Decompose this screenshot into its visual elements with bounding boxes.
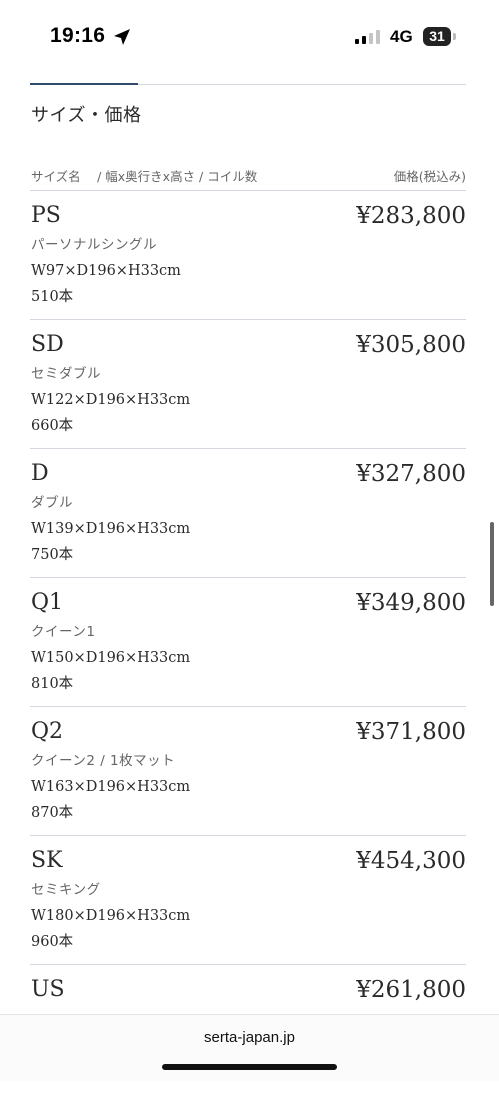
price: ¥305,800 <box>356 332 466 358</box>
dimensions: W122×D196×H33cm <box>31 392 191 408</box>
scrollbar[interactable] <box>490 522 494 606</box>
size-name: セミキング <box>31 882 101 898</box>
coil-count: 660本 <box>31 418 74 434</box>
size-code: PS <box>31 203 61 228</box>
table-row: D ¥327,800 ダブル W139×D196×H33cm 750本 <box>30 449 466 578</box>
price: ¥327,800 <box>356 461 466 487</box>
battery-icon: 31 <box>423 27 451 46</box>
coil-count: 810本 <box>31 676 74 692</box>
size-name: パーソナルシングル <box>31 237 157 253</box>
table-row: SK ¥454,300 セミキング W180×D196×H33cm 960本 <box>30 836 466 965</box>
table-row: Q2 ¥371,800 クイーン2 / 1枚マット W163×D196×H33c… <box>30 707 466 836</box>
table-row: SD ¥305,800 セミダブル W122×D196×H33cm 660本 <box>30 320 466 449</box>
size-code: US <box>31 977 65 1002</box>
browser-bottom-bar: serta-japan.jp <box>0 1014 499 1081</box>
size-code: Q2 <box>31 719 64 744</box>
size-code: D <box>31 461 49 486</box>
coil-count: 960本 <box>31 934 74 950</box>
price: ¥261,800 <box>356 977 466 1003</box>
section-divider-accent <box>30 83 138 85</box>
table-row: Q1 ¥349,800 クイーン1 W150×D196×H33cm 810本 <box>30 578 466 707</box>
table-header-price: 価格(税込み) <box>393 169 466 184</box>
price: ¥349,800 <box>356 590 466 616</box>
dimensions: W139×D196×H33cm <box>31 521 191 537</box>
dimensions: W163×D196×H33cm <box>31 779 191 795</box>
dimensions: W180×D196×H33cm <box>31 908 191 924</box>
dimensions: W97×D196×H33cm <box>31 263 181 279</box>
network-type: 4G <box>390 27 413 46</box>
coil-count: 870本 <box>31 805 74 821</box>
size-name: セミダブル <box>31 366 101 382</box>
size-code: Q1 <box>31 590 64 615</box>
coil-count: 750本 <box>31 547 74 563</box>
size-name: クイーン1 <box>31 624 96 640</box>
price: ¥454,300 <box>356 848 466 874</box>
size-name: クイーン2 / 1枚マット <box>31 753 176 769</box>
price: ¥371,800 <box>356 719 466 745</box>
cellular-signal-icon <box>355 30 380 44</box>
dimensions: W150×D196×H33cm <box>31 650 191 666</box>
status-time: 19:16 <box>50 24 106 47</box>
table-row: PS ¥283,800 パーソナルシングル W97×D196×H33cm 510… <box>30 191 466 320</box>
size-code: SD <box>31 332 64 357</box>
price: ¥283,800 <box>356 203 466 229</box>
section-title: サイズ・価格 <box>31 105 142 126</box>
table-header-size: サイズ名 / 幅x奥行きx高さ / コイル数 <box>31 169 258 184</box>
home-indicator[interactable] <box>162 1064 337 1070</box>
address-bar[interactable]: serta-japan.jp <box>0 1029 499 1046</box>
status-bar: 19:16 4G 31 <box>0 0 499 72</box>
size-name: ダブル <box>31 495 73 511</box>
coil-count: 510本 <box>31 289 74 305</box>
battery-tip <box>453 33 456 40</box>
location-arrow-icon <box>114 29 130 45</box>
size-code: SK <box>31 848 63 873</box>
